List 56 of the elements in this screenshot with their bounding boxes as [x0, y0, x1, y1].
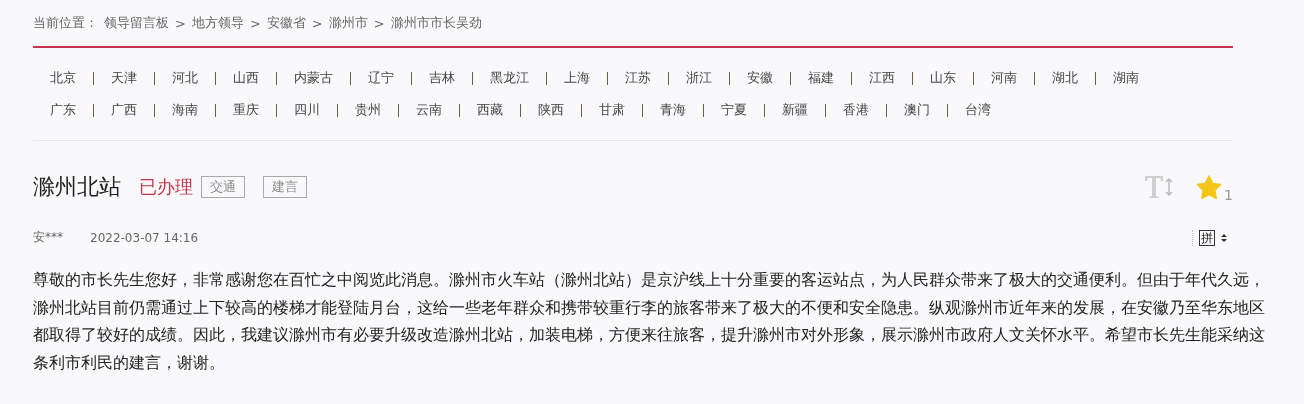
- breadcrumb-separator: >: [311, 15, 323, 31]
- breadcrumb-link[interactable]: 地方领导: [191, 14, 244, 32]
- province-link[interactable]: 新疆: [765, 101, 825, 119]
- province-link[interactable]: 内蒙古: [277, 69, 350, 87]
- province-link[interactable]: 湖北: [1035, 69, 1095, 87]
- input-mode-selector[interactable]: 拼: [1192, 229, 1233, 246]
- province-link[interactable]: 山东: [913, 69, 973, 87]
- province-link[interactable]: 广东: [33, 101, 93, 119]
- province-link[interactable]: 云南: [399, 101, 459, 119]
- province-link[interactable]: 广西: [94, 101, 154, 119]
- province-link[interactable]: 四川: [277, 101, 337, 119]
- province-link[interactable]: 辽宁: [351, 69, 411, 87]
- breadcrumb-link[interactable]: 安徽省: [266, 14, 306, 32]
- breadcrumb-label: 当前位置：: [33, 14, 98, 32]
- breadcrumb-separator: >: [373, 15, 385, 31]
- status-label: 已办理: [139, 175, 193, 199]
- province-link[interactable]: 西藏: [460, 101, 520, 119]
- category-tag[interactable]: 建言: [263, 176, 307, 198]
- province-link[interactable]: 甘肃: [582, 101, 642, 119]
- breadcrumb-separator: >: [175, 15, 186, 31]
- font-size-icon[interactable]: [1144, 174, 1175, 200]
- message-body: 尊敬的市长先生您好，非常感谢您在百忙之中阅览此消息。滁州市火车站（滁州北站）是京沪线上十分重要的客运站点，为人民群众带来了极大的交通便利。但由于年代久远，滁州北站目前仍需通过上下较高的楼梯才能登陆月台，这给一些老年群众和携带较重行李的旅客带来了极大的不便和安全隐患。纵观滁州市近年来的发展，在安徽乃至华东地区都取得了较好的成绩。因此，我建议滁州市有必要升级改造滁州北站，加装电梯，方便来往旅客，提升滁州市对外形象，展示滁州市政府人文关怀水平。希望市长先生能采纳这条利市利民的建言，谢谢。: [33, 269, 1266, 374]
- province-link[interactable]: 湖南: [1096, 69, 1156, 87]
- breadcrumb-separator: >: [249, 15, 261, 31]
- province-link[interactable]: 山西: [216, 69, 276, 87]
- province-link[interactable]: 北京: [33, 69, 93, 87]
- province-link[interactable]: 重庆: [216, 101, 276, 119]
- breadcrumb-link[interactable]: 滁州市: [328, 14, 368, 32]
- caret-icon[interactable]: [1221, 232, 1227, 243]
- province-link[interactable]: 福建: [791, 69, 851, 87]
- province-link[interactable]: 陕西: [521, 101, 581, 119]
- province-link[interactable]: 台湾: [948, 101, 1008, 119]
- province-link[interactable]: 河南: [974, 69, 1034, 87]
- province-link[interactable]: 香港: [826, 101, 886, 119]
- star-count: 1: [1224, 187, 1233, 203]
- province-link[interactable]: 安徽: [730, 69, 790, 87]
- breadcrumb-link[interactable]: 滁州市市长吴劲: [390, 14, 482, 32]
- province-link[interactable]: 黑龙江: [473, 69, 546, 87]
- star-icon[interactable]: [1196, 174, 1223, 200]
- category-tag[interactable]: 交通: [201, 176, 245, 198]
- province-link[interactable]: 浙江: [669, 69, 729, 87]
- province-link[interactable]: 海南: [155, 101, 215, 119]
- province-link[interactable]: 吉林: [412, 69, 472, 87]
- message-title: 滁州北站: [33, 173, 121, 201]
- province-link[interactable]: 宁夏: [704, 101, 764, 119]
- province-link[interactable]: 江西: [852, 69, 912, 87]
- breadcrumb-link[interactable]: 领导留言板: [104, 14, 169, 32]
- province-link[interactable]: 贵州: [338, 101, 398, 119]
- province-link[interactable]: 上海: [547, 69, 607, 87]
- province-link[interactable]: 江苏: [608, 69, 668, 87]
- province-link[interactable]: 河北: [155, 69, 215, 87]
- author-name: 安***: [33, 229, 63, 246]
- province-link[interactable]: 澳门: [887, 101, 947, 119]
- province-link[interactable]: 青海: [643, 101, 703, 119]
- post-time: 2022-03-07 14:16: [90, 230, 199, 245]
- province-link[interactable]: 天津: [94, 69, 154, 87]
